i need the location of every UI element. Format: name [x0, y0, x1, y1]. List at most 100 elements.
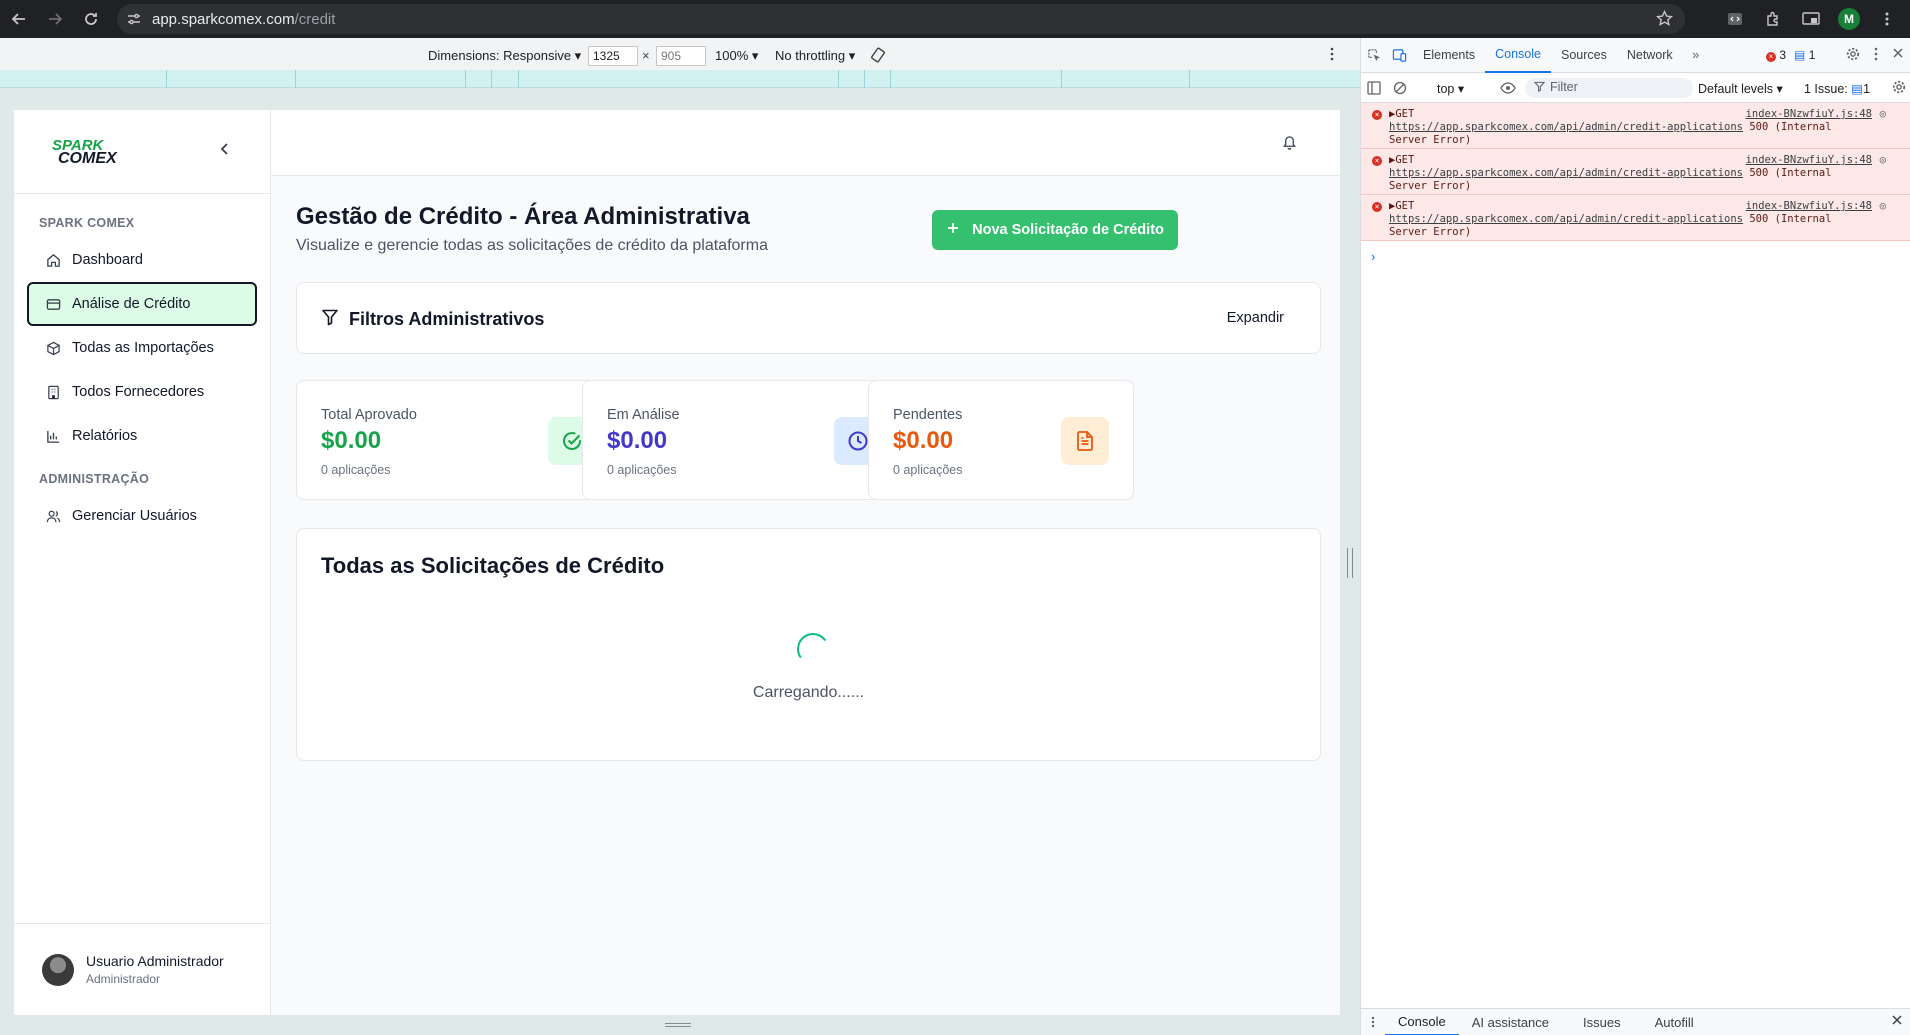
- zoom-select[interactable]: 100% ▾: [715, 48, 758, 64]
- tab-console[interactable]: Console: [1485, 38, 1551, 73]
- sidebar-item-credit-analysis[interactable]: Análise de Crédito: [27, 282, 257, 326]
- log-source-link[interactable]: index-BNzwfiuY.js:48: [1746, 108, 1872, 121]
- stat-card-in-analysis: Em Análise $0.00 0 aplicações: [582, 380, 907, 500]
- console-error-row[interactable]: × ▶GET https://app.sparkcomex.com/api/ad…: [1361, 149, 1910, 195]
- stat-label: Total Aprovado: [321, 407, 417, 423]
- filter-placeholder: Filter: [1550, 80, 1578, 94]
- sidebar-item-imports[interactable]: Todas as Importações: [27, 326, 257, 370]
- console-filter-input[interactable]: Filter: [1525, 78, 1693, 98]
- tab-elements[interactable]: Elements: [1413, 38, 1485, 73]
- plus-icon: [946, 221, 960, 239]
- ai-explain-icon[interactable]: ◎: [1880, 200, 1886, 213]
- devtools-extension-icon[interactable]: [1724, 8, 1746, 30]
- logo-line-2: COMEX: [58, 149, 117, 167]
- device-toggle-icon[interactable]: [1387, 38, 1413, 73]
- throttling-select[interactable]: No throttling ▾: [775, 48, 855, 64]
- forward-icon[interactable]: [38, 2, 72, 36]
- chrome-menu-icon[interactable]: [1876, 8, 1898, 30]
- height-input[interactable]: 905: [656, 46, 706, 66]
- width-input[interactable]: 1325: [588, 46, 638, 66]
- drawer-tab-issues[interactable]: Issues: [1570, 1009, 1634, 1035]
- devtools-counters[interactable]: × 3 ▤ 1: [1766, 48, 1815, 62]
- log-levels-select[interactable]: Default levels ▾: [1698, 81, 1783, 96]
- ai-explain-icon[interactable]: ◎: [1880, 108, 1886, 121]
- notification-bell-icon[interactable]: [1282, 134, 1297, 155]
- log-url[interactable]: https://app.sparkcomex.com/api/admin/cre…: [1389, 213, 1743, 225]
- more-tabs-icon[interactable]: »: [1683, 38, 1709, 73]
- sidebar-item-suppliers[interactable]: Todos Fornecedores: [27, 370, 257, 414]
- profile-initial: M: [1838, 8, 1860, 30]
- profile-avatar[interactable]: M: [1838, 8, 1860, 30]
- dimensions-select[interactable]: Dimensions: Responsive ▾: [428, 48, 581, 64]
- drawer-tab-ai-assistance[interactable]: AI assistance: [1459, 1009, 1562, 1035]
- tab-network[interactable]: Network: [1617, 38, 1683, 73]
- sidebar-item-manage-users[interactable]: Gerenciar Usuários: [27, 494, 257, 538]
- stat-sub: 0 aplicações: [607, 463, 677, 477]
- drawer-tab-autofill[interactable]: Autofill: [1642, 1009, 1707, 1035]
- sidebar-toggle-icon[interactable]: [1361, 73, 1387, 103]
- sidebar-item-label: Relatórios: [72, 428, 138, 444]
- spark-comex-logo[interactable]: SPARK COMEX: [52, 138, 117, 167]
- close-devtools-icon[interactable]: [1892, 47, 1904, 64]
- credit-requests-list-card: Todas as Solicitações de Crédito Carrega…: [296, 528, 1321, 761]
- viewport-resize-handle[interactable]: [1347, 548, 1353, 578]
- sidebar-item-label: Dashboard: [72, 252, 143, 268]
- stat-sub: 0 aplicações: [321, 463, 391, 477]
- rotate-icon[interactable]: [870, 47, 886, 66]
- console-settings-icon[interactable]: [1892, 80, 1906, 97]
- tab-sources[interactable]: Sources: [1551, 38, 1617, 73]
- console-prompt[interactable]: ›: [1361, 241, 1910, 264]
- expand-filters-button[interactable]: Expandir: [1227, 310, 1284, 326]
- message-counter: ▤ 1: [1794, 48, 1816, 62]
- issues-counter[interactable]: 1 Issue: ▤1: [1804, 81, 1870, 96]
- ai-explain-icon[interactable]: ◎: [1880, 154, 1886, 167]
- dimension-separator: ×: [642, 48, 650, 63]
- funnel-icon: [1533, 81, 1546, 95]
- cast-icon[interactable]: [1800, 8, 1822, 30]
- section-title-administration: ADMINISTRAÇÃO: [39, 472, 150, 486]
- context-select[interactable]: top ▾: [1437, 81, 1464, 96]
- error-icon: ×: [1372, 202, 1382, 212]
- filters-title-text: Filtros Administrativos: [349, 309, 545, 329]
- url-text: app.sparkcomex.com/credit: [152, 10, 336, 28]
- site-settings-icon[interactable]: [126, 11, 144, 27]
- device-more-icon[interactable]: [1330, 47, 1334, 64]
- clear-console-icon[interactable]: [1387, 73, 1413, 103]
- sidebar-item-dashboard[interactable]: Dashboard: [27, 238, 257, 282]
- close-drawer-icon[interactable]: [1891, 1014, 1903, 1029]
- new-credit-request-button[interactable]: Nova Solicitação de Crédito: [932, 210, 1178, 250]
- main-header: [271, 110, 1340, 176]
- viewport-bottom-handle[interactable]: [665, 1023, 691, 1027]
- sidebar-item-reports[interactable]: Relatórios: [27, 414, 257, 458]
- log-source-link[interactable]: index-BNzwfiuY.js:48: [1746, 154, 1872, 167]
- log-status-2: Server Error): [1389, 226, 1472, 238]
- stat-value: $0.00: [321, 427, 382, 454]
- home-icon: [46, 252, 62, 268]
- settings-gear-icon[interactable]: [1846, 47, 1860, 64]
- bar-chart-icon: [46, 428, 62, 444]
- extensions-puzzle-icon[interactable]: [1762, 8, 1784, 30]
- file-text-icon: [1061, 417, 1109, 465]
- media-query-ruler[interactable]: [0, 70, 1360, 88]
- drawer-tab-console[interactable]: Console: [1385, 1009, 1459, 1035]
- console-error-row[interactable]: × ▶GET https://app.sparkcomex.com/api/ad…: [1361, 195, 1910, 241]
- log-url[interactable]: https://app.sparkcomex.com/api/admin/cre…: [1389, 121, 1743, 133]
- admin-filters-card: Filtros Administrativos Expandir: [296, 282, 1321, 354]
- loading-spinner: [794, 630, 832, 668]
- bookmark-star-icon[interactable]: [1655, 9, 1674, 32]
- address-bar[interactable]: app.sparkcomex.com/credit: [117, 4, 1685, 34]
- log-url[interactable]: https://app.sparkcomex.com/api/admin/cre…: [1389, 167, 1743, 179]
- devtools-menu-icon[interactable]: [1874, 47, 1878, 64]
- back-icon[interactable]: [2, 2, 36, 36]
- stat-label: Pendentes: [893, 407, 963, 423]
- reload-icon[interactable]: [74, 2, 108, 36]
- inspect-element-icon[interactable]: [1361, 38, 1387, 73]
- error-icon: ×: [1766, 52, 1776, 62]
- live-expression-eye-icon[interactable]: [1495, 73, 1521, 103]
- drawer-menu-icon[interactable]: [1361, 1009, 1385, 1035]
- collapse-sidebar-icon[interactable]: [218, 142, 232, 161]
- stat-label: Em Análise: [607, 407, 680, 423]
- console-error-row[interactable]: × ▶GET https://app.sparkcomex.com/api/ad…: [1361, 103, 1910, 149]
- log-source-link[interactable]: index-BNzwfiuY.js:48: [1746, 200, 1872, 213]
- user-profile[interactable]: Usuario Administrador Administrador: [14, 923, 271, 1015]
